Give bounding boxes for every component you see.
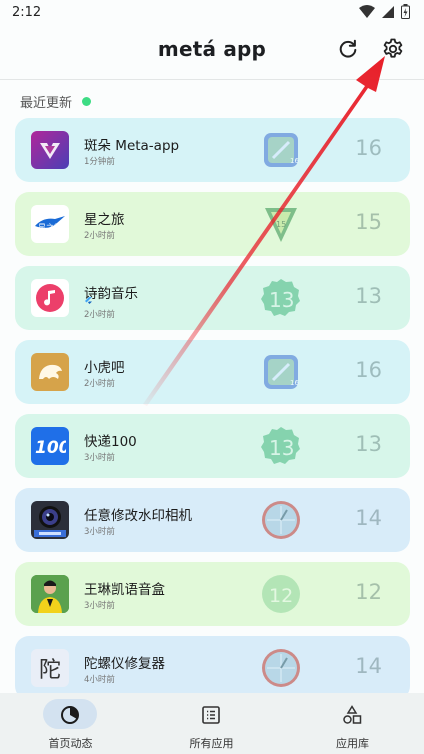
tuo-char: 陀 bbox=[38, 658, 61, 683]
bottom-navigation: 首页动态 所有应用 应用库 bbox=[0, 693, 424, 754]
app-update-time: 3小时前 bbox=[84, 527, 115, 537]
section-header: 最近更新 bbox=[20, 92, 92, 111]
android-16-icon: 16 bbox=[264, 133, 299, 167]
svg-text:16: 16 bbox=[290, 379, 299, 387]
app-update-time: 2小时前 bbox=[84, 231, 115, 241]
nav-label: 首页动态 bbox=[48, 737, 93, 750]
app-name: 王琳凯语音盒 bbox=[84, 582, 165, 598]
android-version: 13 bbox=[355, 432, 382, 456]
header-divider bbox=[0, 79, 424, 80]
nav-label: 所有应用 bbox=[189, 737, 234, 750]
nav-app-library[interactable]: 应用库 bbox=[282, 693, 423, 754]
refresh-icon[interactable] bbox=[337, 38, 359, 60]
page-title: metá app bbox=[157, 37, 267, 61]
app-update-time: 1分钟前 bbox=[84, 157, 115, 167]
status-time: 2:12 bbox=[12, 5, 42, 20]
list-icon bbox=[202, 706, 220, 724]
signal-icon bbox=[382, 5, 394, 18]
tuo-char-icon: 陀 bbox=[31, 649, 69, 687]
svg-text:100: 100 bbox=[35, 438, 66, 456]
system-icons bbox=[359, 4, 410, 19]
svg-text:13: 13 bbox=[269, 436, 294, 460]
xingzhilv-icon: 星之旅 bbox=[31, 205, 69, 243]
app-card[interactable]: 王琳凯语音盒 3小时前 12 12 bbox=[15, 562, 410, 626]
app-name: 小虎吧 bbox=[84, 360, 125, 376]
top-app-bar: metá app bbox=[0, 26, 424, 76]
online-dot bbox=[82, 97, 92, 106]
android-version: 16 bbox=[355, 136, 382, 160]
app-update-time: 4小时前 bbox=[84, 675, 115, 685]
flutter-icon bbox=[85, 297, 92, 304]
gear-icon[interactable] bbox=[381, 37, 405, 61]
meta-app-icon bbox=[31, 131, 69, 169]
person-photo-icon bbox=[31, 575, 69, 613]
app-card[interactable]: 斑朵 Meta-app 1分钟前 16 16 bbox=[15, 118, 410, 182]
dashboard-icon bbox=[61, 706, 79, 724]
app-update-time: 3小时前 bbox=[84, 453, 115, 463]
nav-home-feed[interactable]: 首页动态 bbox=[0, 693, 141, 754]
android-14-icon bbox=[262, 649, 300, 687]
app-name: 任意修改水印相机 bbox=[84, 508, 192, 524]
android-12-icon: 12 bbox=[262, 575, 300, 613]
app-name: 斑朵 Meta-app bbox=[84, 138, 180, 154]
app-update-time: 2小时前 bbox=[84, 379, 115, 389]
app-card[interactable]: 陀 陀螺仪修复器 4小时前 14 bbox=[15, 636, 410, 700]
android-version: 14 bbox=[355, 654, 382, 678]
camera-lens-icon bbox=[31, 501, 69, 539]
app-name: 星之旅 bbox=[84, 212, 125, 228]
tiger-icon bbox=[31, 353, 69, 391]
app-card[interactable]: 诗韵音乐 2小时前 13 13 bbox=[15, 266, 410, 330]
android-13-icon: 13 bbox=[261, 427, 300, 464]
kuaidi100-icon: 100 bbox=[31, 427, 69, 465]
app-card[interactable]: 100 快递100 3小时前 13 13 bbox=[15, 414, 410, 478]
app-update-time: 3小时前 bbox=[84, 601, 115, 611]
app-name: 快递100 bbox=[84, 434, 137, 450]
android-16-icon: 16 bbox=[264, 355, 299, 389]
svg-text:13: 13 bbox=[269, 288, 294, 312]
svg-text:星之旅: 星之旅 bbox=[38, 222, 62, 232]
android-15-icon: 15 bbox=[265, 208, 297, 242]
android-13-icon: 13 bbox=[261, 279, 300, 316]
app-name: 陀螺仪修复器 bbox=[84, 656, 165, 672]
battery-icon bbox=[401, 4, 410, 19]
status-bar: 2:12 bbox=[0, 0, 424, 26]
music-note-icon bbox=[31, 279, 69, 317]
android-14-icon bbox=[262, 501, 300, 539]
nav-all-apps[interactable]: 所有应用 bbox=[141, 693, 282, 754]
android-version: 13 bbox=[355, 284, 382, 308]
android-version: 14 bbox=[355, 506, 382, 530]
app-card[interactable]: 任意修改水印相机 3小时前 14 bbox=[15, 488, 410, 552]
app-update-time: 2小时前 bbox=[84, 310, 115, 320]
section-title: 最近更新 bbox=[20, 96, 73, 111]
app-card[interactable]: 小虎吧 2小时前 16 16 bbox=[15, 340, 410, 404]
android-version: 15 bbox=[355, 210, 382, 234]
svg-text:15: 15 bbox=[276, 220, 286, 229]
app-card[interactable]: 星之旅 星之旅 2小时前 15 15 bbox=[15, 192, 410, 256]
android-version: 12 bbox=[355, 580, 382, 604]
android-version: 16 bbox=[355, 358, 382, 382]
svg-text:16: 16 bbox=[290, 157, 299, 165]
nav-label: 应用库 bbox=[336, 737, 369, 750]
shapes-icon bbox=[343, 705, 362, 724]
svg-text:12: 12 bbox=[269, 585, 293, 607]
wifi-icon bbox=[359, 4, 375, 18]
